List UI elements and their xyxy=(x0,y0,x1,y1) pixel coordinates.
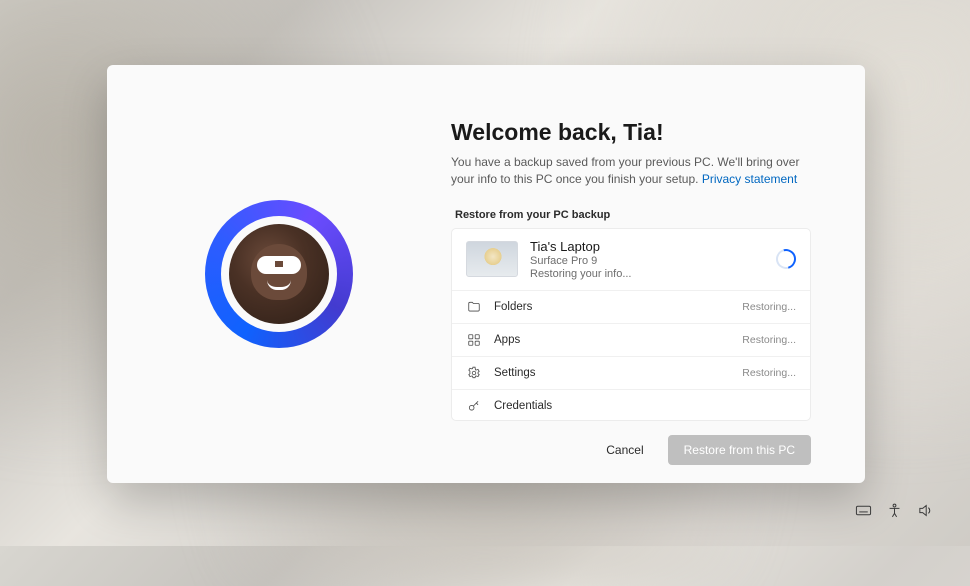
content-pane: Welcome back, Tia! You have a backup sav… xyxy=(451,65,865,483)
item-label: Settings xyxy=(494,367,730,379)
apps-icon xyxy=(466,332,482,348)
system-tray xyxy=(855,502,934,524)
privacy-link[interactable]: Privacy statement xyxy=(702,172,797,186)
device-info: Tia's Laptop Surface Pro 9 Restoring you… xyxy=(530,239,764,280)
item-status: Restoring... xyxy=(742,334,796,346)
item-label: Credentials xyxy=(494,400,784,412)
backup-card: Tia's Laptop Surface Pro 9 Restoring you… xyxy=(451,228,811,421)
folder-icon xyxy=(466,299,482,315)
key-icon xyxy=(466,398,482,414)
volume-icon[interactable] xyxy=(917,502,934,524)
restore-item-apps[interactable]: Apps Restoring... xyxy=(452,324,810,357)
cancel-button[interactable]: Cancel xyxy=(600,435,649,465)
dialog-footer: Cancel Restore from this PC xyxy=(451,421,811,465)
device-thumbnail xyxy=(466,241,518,277)
device-model: Surface Pro 9 xyxy=(530,254,764,268)
page-title: Welcome back, Tia! xyxy=(451,119,811,146)
restore-item-settings[interactable]: Settings Restoring... xyxy=(452,357,810,390)
restore-item-folders[interactable]: Folders Restoring... xyxy=(452,291,810,324)
avatar-ring xyxy=(205,200,353,348)
accessibility-icon[interactable] xyxy=(886,502,903,524)
progress-spinner-icon xyxy=(772,246,799,273)
restore-button[interactable]: Restore from this PC xyxy=(668,435,811,465)
settings-icon xyxy=(466,365,482,381)
item-status: Restoring... xyxy=(742,367,796,379)
section-label: Restore from your PC backup xyxy=(451,209,811,221)
oobe-restore-dialog: Welcome back, Tia! You have a backup sav… xyxy=(107,65,865,483)
illustration-pane xyxy=(107,65,451,483)
device-row[interactable]: Tia's Laptop Surface Pro 9 Restoring you… xyxy=(452,229,810,291)
item-status: Restoring... xyxy=(742,301,796,313)
item-label: Apps xyxy=(494,334,730,346)
page-subtitle: You have a backup saved from your previo… xyxy=(451,154,811,189)
restore-item-credentials[interactable]: Credentials xyxy=(452,390,810,421)
avatar-photo xyxy=(229,224,329,324)
item-label: Folders xyxy=(494,301,730,313)
device-status: Restoring your info... xyxy=(530,268,764,280)
keyboard-icon[interactable] xyxy=(855,502,872,524)
device-name: Tia's Laptop xyxy=(530,239,764,254)
